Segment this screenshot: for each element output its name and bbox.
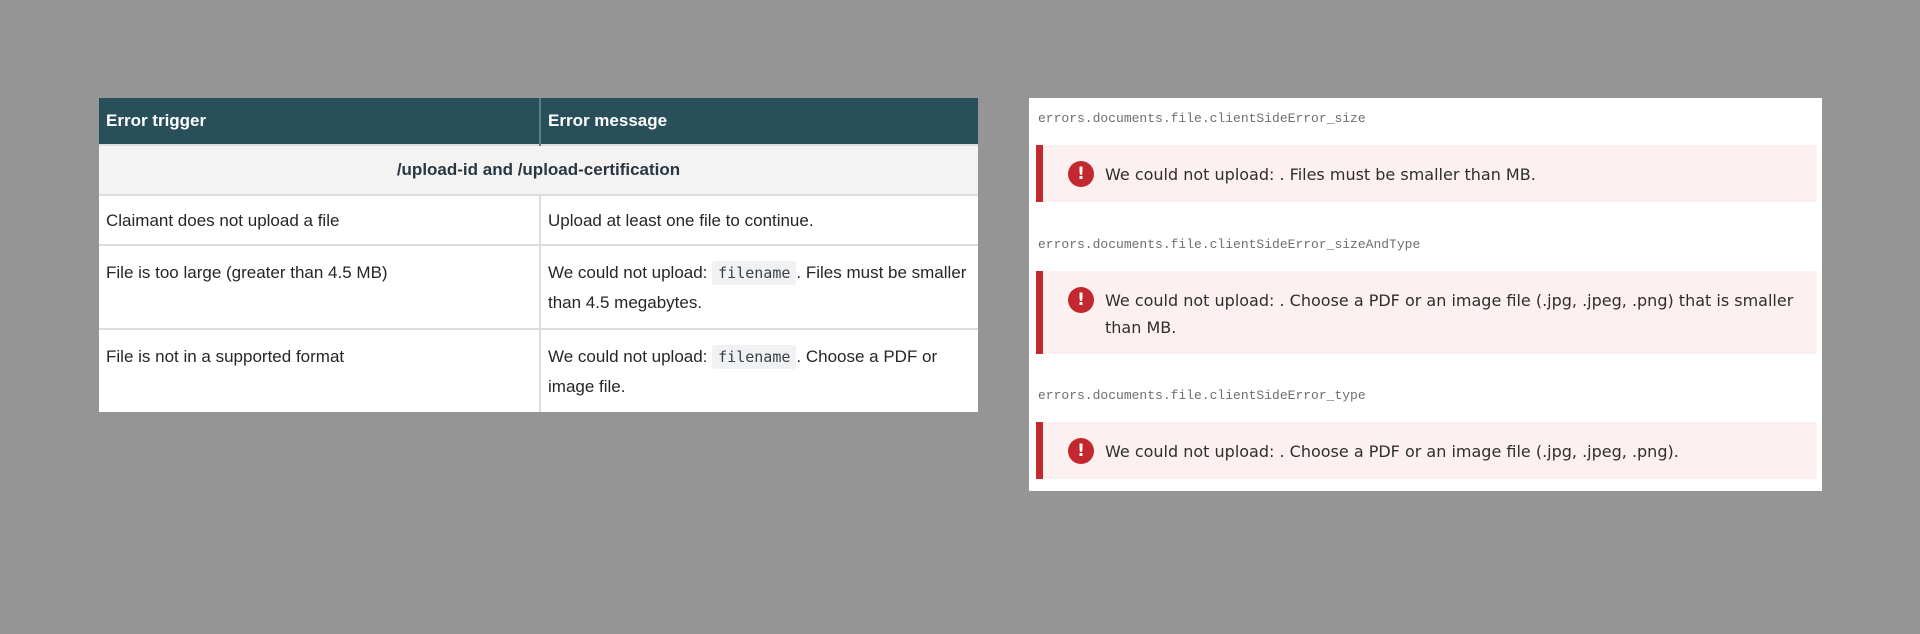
section-title: /upload-id and /upload-certification xyxy=(99,144,978,195)
error-message-text: Upload at least one file to continue. xyxy=(548,211,814,230)
error-trigger-cell: Claimant does not upload a file xyxy=(99,194,541,245)
table-header-row: Error trigger Error message xyxy=(99,98,978,145)
table-row: File is too large (greater than 4.5 MB) … xyxy=(99,244,978,329)
alert-exclamation-icon: ! xyxy=(1068,438,1094,464)
error-key-label: errors.documents.file.clientSideError_ty… xyxy=(1038,388,1366,403)
error-message-cell: We could not upload: filename. Choose a … xyxy=(540,328,978,412)
table-row: Claimant does not upload a file Upload a… xyxy=(99,194,978,245)
filename-code: filename xyxy=(712,345,797,369)
error-message-cell: We could not upload: filename. Files mus… xyxy=(540,244,978,329)
error-trigger-cell: File is not in a supported format xyxy=(99,328,541,412)
error-key-label: errors.documents.file.clientSideError_si… xyxy=(1038,237,1421,252)
error-message-text: We could not upload: xyxy=(548,263,713,282)
alert-message: We could not upload: . Choose a PDF or a… xyxy=(1105,291,1794,337)
column-header-error-message: Error message xyxy=(540,98,978,145)
alert-exclamation-icon: ! xyxy=(1068,161,1094,187)
column-header-error-trigger: Error trigger xyxy=(99,98,541,145)
error-alert: ! We could not upload: . Choose a PDF or… xyxy=(1036,422,1817,479)
error-message-text: We could not upload: xyxy=(548,347,713,366)
alert-message: We could not upload: . Files must be sma… xyxy=(1105,165,1536,184)
alert-exclamation-icon: ! xyxy=(1068,287,1094,313)
screenshot-stage: Error trigger Error message /upload-id a… xyxy=(0,0,1920,634)
error-trigger-cell: File is too large (greater than 4.5 MB) xyxy=(99,244,541,329)
table-section-row: /upload-id and /upload-certification xyxy=(99,144,978,195)
error-key-label: errors.documents.file.clientSideError_si… xyxy=(1038,111,1366,126)
error-message-cell: Upload at least one file to continue. xyxy=(540,194,978,245)
error-table: Error trigger Error message /upload-id a… xyxy=(99,98,978,412)
error-alert: ! We could not upload: . Choose a PDF or… xyxy=(1036,271,1817,354)
error-strings-panel: errors.documents.file.clientSideError_si… xyxy=(1029,98,1822,491)
table-row: File is not in a supported format We cou… xyxy=(99,328,978,412)
alert-message: We could not upload: . Choose a PDF or a… xyxy=(1105,442,1679,461)
error-alert: ! We could not upload: . Files must be s… xyxy=(1036,145,1817,202)
filename-code: filename xyxy=(712,261,797,285)
